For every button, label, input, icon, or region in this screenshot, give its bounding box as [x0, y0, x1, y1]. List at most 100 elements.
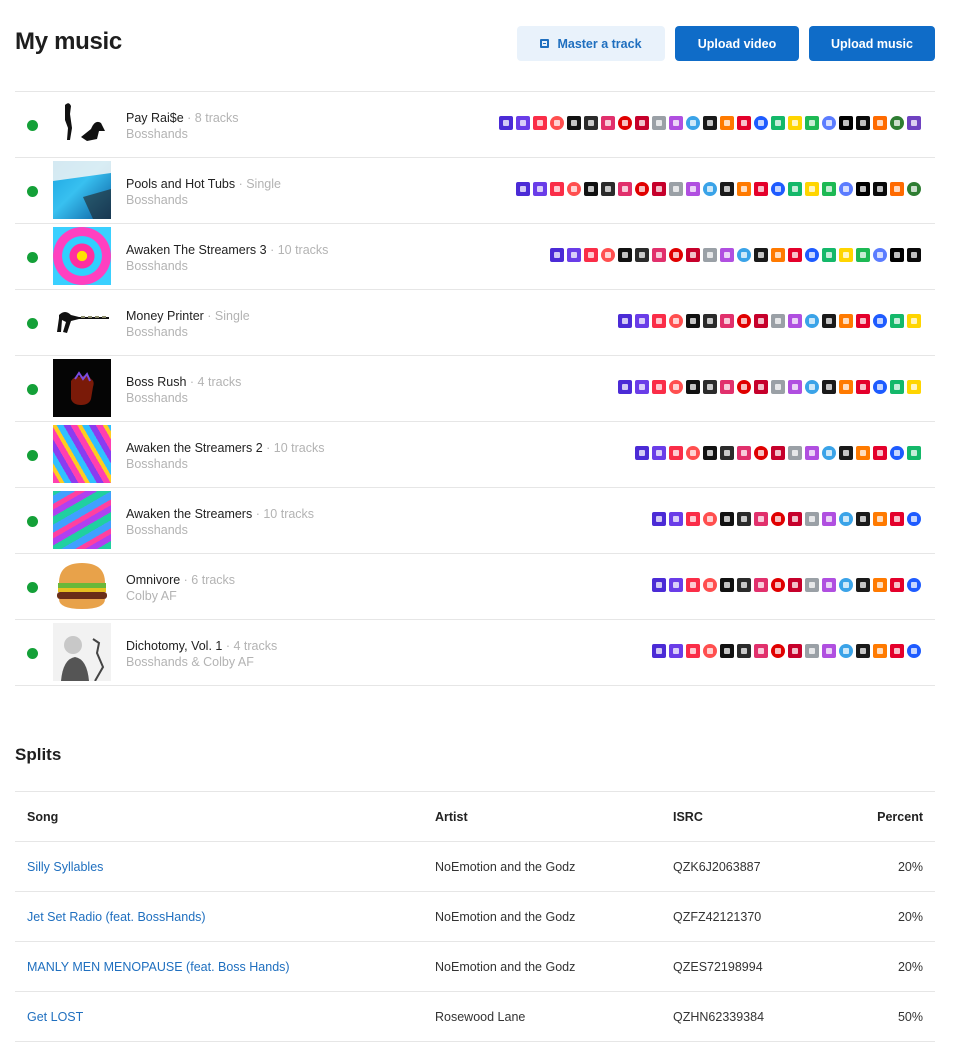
store-icon[interactable]: [873, 512, 887, 526]
cover-art[interactable]: [53, 293, 111, 351]
store-icon[interactable]: [720, 182, 734, 196]
store-icon[interactable]: [720, 446, 734, 460]
store-icon[interactable]: [686, 446, 700, 460]
store-icon[interactable]: [669, 182, 683, 196]
store-icon[interactable]: [669, 248, 683, 262]
store-icon[interactable]: [856, 182, 870, 196]
song-link[interactable]: MANLY MEN MENOPAUSE (feat. Boss Hands): [27, 960, 290, 974]
store-icon[interactable]: [771, 446, 785, 460]
store-icon[interactable]: [771, 380, 785, 394]
store-icon[interactable]: [652, 248, 666, 262]
store-icon[interactable]: [618, 314, 632, 328]
store-icon[interactable]: [890, 314, 904, 328]
store-icon[interactable]: [890, 446, 904, 460]
store-icon[interactable]: [669, 578, 683, 592]
song-link[interactable]: Silly Syllables: [27, 860, 103, 874]
store-icon[interactable]: [822, 512, 836, 526]
store-icon[interactable]: [839, 446, 853, 460]
store-icon[interactable]: [720, 578, 734, 592]
store-icon[interactable]: [703, 578, 717, 592]
store-icon[interactable]: [907, 314, 921, 328]
store-icon[interactable]: [771, 314, 785, 328]
store-icon[interactable]: [737, 380, 751, 394]
store-icon[interactable]: [584, 182, 598, 196]
store-icon[interactable]: [822, 314, 836, 328]
release-title[interactable]: Money Printer: [126, 309, 204, 323]
store-icon[interactable]: [805, 248, 819, 262]
store-icon[interactable]: [890, 248, 904, 262]
store-icon[interactable]: [720, 248, 734, 262]
store-icon[interactable]: [907, 644, 921, 658]
store-icon[interactable]: [856, 116, 870, 130]
store-icon[interactable]: [703, 644, 717, 658]
store-icon[interactable]: [703, 380, 717, 394]
store-icon[interactable]: [856, 578, 870, 592]
store-icon[interactable]: [822, 248, 836, 262]
store-icon[interactable]: [788, 248, 802, 262]
store-icon[interactable]: [839, 314, 853, 328]
release-title[interactable]: Omnivore: [126, 573, 180, 587]
cover-art[interactable]: [53, 95, 111, 153]
store-icon[interactable]: [907, 116, 921, 130]
store-icon[interactable]: [652, 644, 666, 658]
store-icon[interactable]: [856, 644, 870, 658]
store-icon[interactable]: [839, 512, 853, 526]
store-icon[interactable]: [907, 578, 921, 592]
store-icon[interactable]: [635, 314, 649, 328]
store-icon[interactable]: [873, 116, 887, 130]
store-icon[interactable]: [686, 248, 700, 262]
release-row[interactable]: Dichotomy, Vol. 1 · 4 tracks Bosshands &…: [15, 620, 935, 686]
store-icon[interactable]: [516, 116, 530, 130]
store-icon[interactable]: [856, 446, 870, 460]
store-icon[interactable]: [550, 116, 564, 130]
store-icon[interactable]: [907, 182, 921, 196]
store-icon[interactable]: [788, 182, 802, 196]
store-icon[interactable]: [737, 314, 751, 328]
store-icon[interactable]: [805, 182, 819, 196]
store-icon[interactable]: [703, 116, 717, 130]
store-icon[interactable]: [618, 248, 632, 262]
store-icon[interactable]: [839, 644, 853, 658]
store-icon[interactable]: [754, 380, 768, 394]
store-icon[interactable]: [822, 182, 836, 196]
store-icon[interactable]: [788, 578, 802, 592]
store-icon[interactable]: [686, 512, 700, 526]
store-icon[interactable]: [822, 578, 836, 592]
store-icon[interactable]: [856, 248, 870, 262]
cover-art[interactable]: [53, 623, 111, 681]
upload-music-button[interactable]: Upload music: [809, 26, 935, 61]
store-icon[interactable]: [686, 314, 700, 328]
release-row[interactable]: Pools and Hot Tubs · Single Bosshands: [15, 158, 935, 224]
store-icon[interactable]: [669, 644, 683, 658]
store-icon[interactable]: [703, 248, 717, 262]
store-icon[interactable]: [686, 380, 700, 394]
cover-art[interactable]: [53, 227, 111, 285]
store-icon[interactable]: [737, 578, 751, 592]
store-icon[interactable]: [788, 380, 802, 394]
store-icon[interactable]: [533, 116, 547, 130]
store-icon[interactable]: [550, 248, 564, 262]
store-icon[interactable]: [822, 116, 836, 130]
cover-art[interactable]: [53, 491, 111, 549]
store-icon[interactable]: [890, 512, 904, 526]
store-icon[interactable]: [703, 446, 717, 460]
store-icon[interactable]: [652, 578, 666, 592]
store-icon[interactable]: [720, 116, 734, 130]
store-icon[interactable]: [873, 248, 887, 262]
release-title[interactable]: Pay Rai$e: [126, 111, 184, 125]
store-icon[interactable]: [754, 314, 768, 328]
store-icon[interactable]: [890, 182, 904, 196]
store-icon[interactable]: [516, 182, 530, 196]
release-row[interactable]: Awaken The Streamers 3 · 10 tracks Bossh…: [15, 224, 935, 290]
store-icon[interactable]: [771, 248, 785, 262]
store-icon[interactable]: [652, 380, 666, 394]
upload-video-button[interactable]: Upload video: [675, 26, 799, 61]
store-icon[interactable]: [601, 116, 615, 130]
store-icon[interactable]: [669, 116, 683, 130]
store-icon[interactable]: [907, 512, 921, 526]
store-icon[interactable]: [839, 116, 853, 130]
store-icon[interactable]: [890, 578, 904, 592]
store-icon[interactable]: [686, 644, 700, 658]
store-icon[interactable]: [788, 644, 802, 658]
store-icon[interactable]: [533, 182, 547, 196]
